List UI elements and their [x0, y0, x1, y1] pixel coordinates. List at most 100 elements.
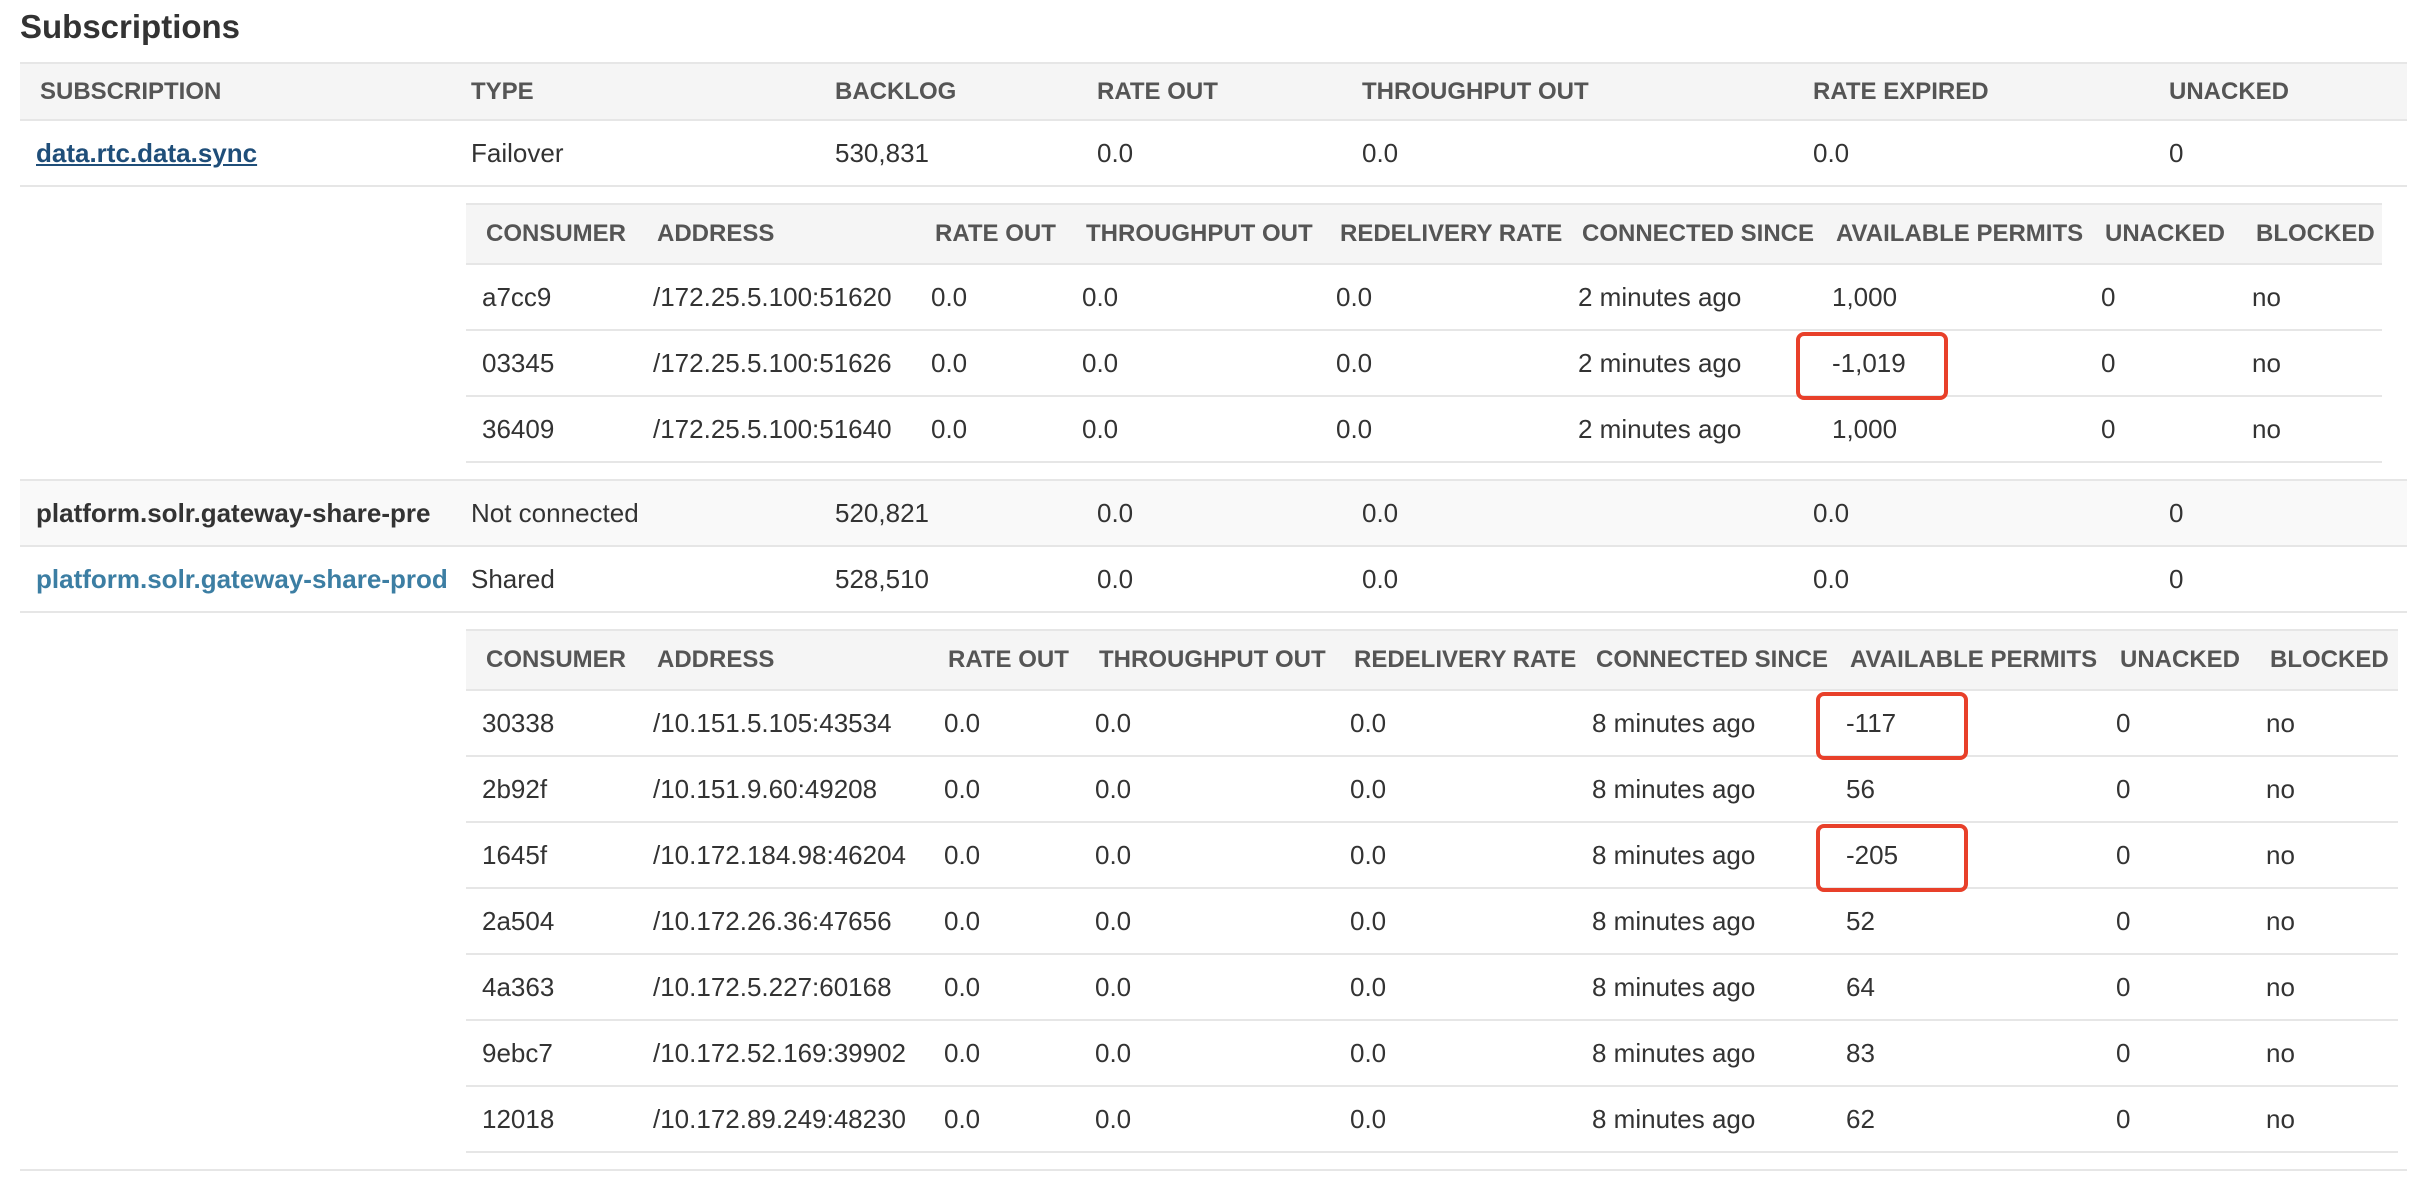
consumer-address: /172.25.5.100:51640	[637, 396, 915, 463]
subscription-type: Not connected	[451, 480, 815, 547]
consumer-unacked: 0	[2100, 1020, 2250, 1087]
consumer-address: /10.172.184.98:46204	[637, 822, 928, 889]
consumer-connected-since: 2 minutes ago	[1562, 330, 1816, 397]
col-header-consumer[interactable]: CONSUMER	[466, 629, 637, 691]
consumer-available-permits: 56	[1846, 773, 1875, 804]
consumer-id: 1645f	[466, 822, 637, 889]
subscription-rate-expired: 0.0	[1793, 480, 2149, 547]
consumer-available-permits: 1,000	[1832, 281, 1898, 312]
col-header-throughput-out[interactable]: THROUGHPUT OUT	[1066, 203, 1320, 265]
col-header-connected-since[interactable]: CONNECTED SINCE	[1576, 629, 1830, 691]
col-header-available-permits[interactable]: AVAILABLE PERMITS	[1830, 629, 2100, 691]
consumers-section: CONSUMER ADDRESS RATE OUT THROUGHPUT OUT…	[20, 186, 2407, 481]
consumer-throughput-out: 0.0	[1079, 690, 1334, 757]
subscription-link[interactable]: data.rtc.data.sync	[36, 138, 257, 168]
consumer-rate-out: 0.0	[928, 954, 1079, 1021]
consumer-redelivery-rate: 0.0	[1334, 756, 1576, 823]
consumer-unacked: 0	[2100, 756, 2250, 823]
subscription-unacked: 0	[2149, 120, 2407, 187]
consumer-id: 12018	[466, 1086, 637, 1153]
consumer-redelivery-rate: 0.0	[1334, 1086, 1576, 1153]
subscription-backlog: 530,831	[815, 120, 1077, 187]
col-header-available-permits[interactable]: AVAILABLE PERMITS	[1816, 203, 2085, 265]
consumer-connected-since: 8 minutes ago	[1576, 756, 1830, 823]
highlighted-available-permits: -1,019	[1796, 331, 1948, 400]
col-header-consumer[interactable]: CONSUMER	[466, 203, 637, 265]
subscription-throughput-out: 0.0	[1342, 480, 1793, 547]
consumer-redelivery-rate: 0.0	[1320, 264, 1562, 331]
col-header-blocked[interactable]: BLOCKED	[2250, 629, 2398, 691]
page-title: Subscriptions	[20, 8, 241, 45]
consumer-rate-out: 0.0	[928, 1020, 1079, 1087]
consumer-id: 4a363	[466, 954, 637, 1021]
col-header-type[interactable]: TYPE	[451, 62, 815, 121]
consumer-available-permits: 64	[1846, 971, 1875, 1002]
consumer-blocked: no	[2250, 822, 2398, 889]
consumer-address: /10.172.89.249:48230	[637, 1086, 928, 1153]
consumer-address: /172.25.5.100:51626	[637, 330, 915, 397]
subscription-backlog: 520,821	[815, 480, 1077, 547]
consumer-rate-out: 0.0	[928, 1086, 1079, 1153]
consumer-rate-out: 0.0	[928, 756, 1079, 823]
consumer-rate-out: 0.0	[915, 330, 1066, 397]
consumer-connected-since: 8 minutes ago	[1576, 822, 1830, 889]
consumer-id: 2a504	[466, 888, 637, 955]
col-header-address[interactable]: ADDRESS	[637, 629, 928, 691]
highlighted-available-permits: -205	[1815, 823, 1969, 892]
col-header-address[interactable]: ADDRESS	[637, 203, 915, 265]
consumers-section: CONSUMER ADDRESS RATE OUT THROUGHPUT OUT…	[20, 612, 2407, 1171]
consumers-table: CONSUMER ADDRESS RATE OUT THROUGHPUT OUT…	[466, 203, 2382, 463]
col-header-unacked[interactable]: UNACKED	[2085, 203, 2236, 265]
consumer-unacked: 0	[2085, 330, 2236, 397]
subscription-rate-out: 0.0	[1077, 546, 1342, 613]
consumer-blocked: no	[2250, 690, 2398, 757]
consumer-row: 30338 /10.151.5.105:43534 0.0 0.0 0.0 8 …	[466, 690, 2398, 760]
consumer-throughput-out: 0.0	[1079, 1020, 1334, 1087]
col-header-throughput-out[interactable]: THROUGHPUT OUT	[1342, 62, 1793, 121]
col-header-connected-since[interactable]: CONNECTED SINCE	[1562, 203, 1816, 265]
consumer-redelivery-rate: 0.0	[1334, 888, 1576, 955]
col-header-rate-out[interactable]: RATE OUT	[928, 629, 1079, 691]
consumer-id: 36409	[466, 396, 637, 463]
col-header-rate-out[interactable]: RATE OUT	[915, 203, 1066, 265]
col-header-throughput-out[interactable]: THROUGHPUT OUT	[1079, 629, 1334, 691]
consumer-connected-since: 8 minutes ago	[1576, 1020, 1830, 1087]
consumer-unacked: 0	[2100, 1086, 2250, 1153]
subscription-rate-out: 0.0	[1077, 480, 1342, 547]
col-header-unacked[interactable]: UNACKED	[2149, 62, 2407, 121]
consumer-rate-out: 0.0	[928, 690, 1079, 757]
subscription-unacked: 0	[2149, 480, 2407, 547]
subscription-row: data.rtc.data.sync Failover 530,831 0.0 …	[20, 120, 2407, 187]
consumer-unacked: 0	[2100, 822, 2250, 889]
subscriptions-header-row: SUBSCRIPTION TYPE BACKLOG RATE OUT THROU…	[20, 62, 2407, 121]
consumer-unacked: 0	[2100, 954, 2250, 1021]
col-header-unacked[interactable]: UNACKED	[2100, 629, 2250, 691]
consumer-available-permits: 83	[1846, 1037, 1875, 1068]
consumer-unacked: 0	[2100, 690, 2250, 757]
consumer-available-permits: 52	[1846, 905, 1875, 936]
consumers-header-row: CONSUMER ADDRESS RATE OUT THROUGHPUT OUT…	[466, 203, 2382, 265]
col-header-redelivery-rate[interactable]: REDELIVERY RATE	[1320, 203, 1562, 265]
subscription-link[interactable]: platform.solr.gateway-share-prod	[36, 564, 448, 594]
subscription-unacked: 0	[2149, 546, 2407, 613]
subscriptions-table: SUBSCRIPTION TYPE BACKLOG RATE OUT THROU…	[20, 62, 2407, 1171]
consumer-rate-out: 0.0	[915, 264, 1066, 331]
consumer-redelivery-rate: 0.0	[1334, 822, 1576, 889]
consumer-rate-out: 0.0	[928, 888, 1079, 955]
col-header-rate-expired[interactable]: RATE EXPIRED	[1793, 62, 2149, 121]
col-header-redelivery-rate[interactable]: REDELIVERY RATE	[1334, 629, 1576, 691]
consumer-redelivery-rate: 0.0	[1334, 954, 1576, 1021]
consumer-id: 03345	[466, 330, 637, 397]
col-header-subscription[interactable]: SUBSCRIPTION	[20, 62, 451, 121]
consumer-available-permits: 62	[1846, 1103, 1875, 1134]
consumer-row: 2b92f /10.151.9.60:49208 0.0 0.0 0.0 8 m…	[466, 756, 2398, 823]
col-header-backlog[interactable]: BACKLOG	[815, 62, 1077, 121]
consumer-id: 30338	[466, 690, 637, 757]
consumer-row: 2a504 /10.172.26.36:47656 0.0 0.0 0.0 8 …	[466, 888, 2398, 955]
col-header-rate-out[interactable]: RATE OUT	[1077, 62, 1342, 121]
consumer-address: /10.172.5.227:60168	[637, 954, 928, 1021]
subscription-rate-out: 0.0	[1077, 120, 1342, 187]
col-header-blocked[interactable]: BLOCKED	[2236, 203, 2382, 265]
consumer-blocked: no	[2250, 1020, 2398, 1087]
consumer-redelivery-rate: 0.0	[1334, 690, 1576, 757]
